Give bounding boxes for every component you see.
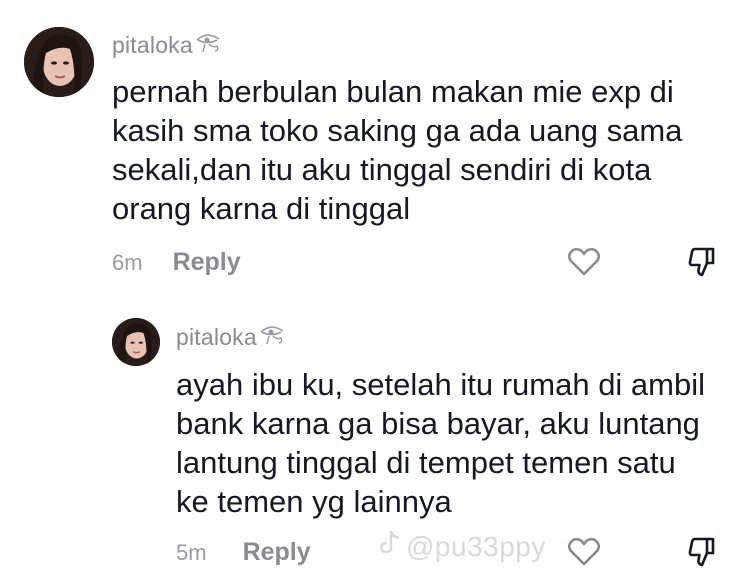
thumbs-down-outline-icon[interactable] — [684, 244, 720, 280]
comment-thread: pitaloka pernah berbulan bulan makan mie… — [0, 0, 749, 580]
comment-text: ayah ibu ku, setelah itu rumah di ambil … — [176, 367, 706, 519]
watermark: @pu33ppy — [378, 530, 546, 563]
comment-text: pernah berbulan bulan makan mie exp di k… — [112, 74, 683, 226]
reply-button[interactable]: Reply — [173, 248, 241, 277]
heart-outline-icon[interactable] — [566, 244, 602, 280]
comment-time: 6m — [112, 250, 143, 275]
avatar-photo — [112, 318, 160, 366]
comment-username[interactable]: pitaloka — [176, 322, 285, 352]
comment-meta: 5m Reply — [176, 538, 311, 567]
eye-of-horus-icon — [195, 30, 221, 60]
comment-username[interactable]: pitaloka — [112, 30, 221, 60]
avatar-photo — [24, 27, 94, 97]
avatar[interactable] — [112, 318, 160, 366]
watermark-text: @pu33ppy — [406, 530, 546, 562]
reply-button[interactable]: Reply — [243, 538, 311, 567]
eye-of-horus-icon — [259, 322, 285, 352]
comment-time: 5m — [176, 540, 207, 565]
username-text: pitaloka — [112, 31, 193, 58]
comment-meta: 6m Reply — [112, 248, 241, 277]
avatar[interactable] — [24, 27, 94, 97]
tiktok-logo-icon — [378, 530, 402, 563]
thumbs-down-outline-icon[interactable] — [684, 534, 720, 570]
username-text: pitaloka — [176, 323, 257, 350]
heart-outline-icon[interactable] — [566, 534, 602, 570]
